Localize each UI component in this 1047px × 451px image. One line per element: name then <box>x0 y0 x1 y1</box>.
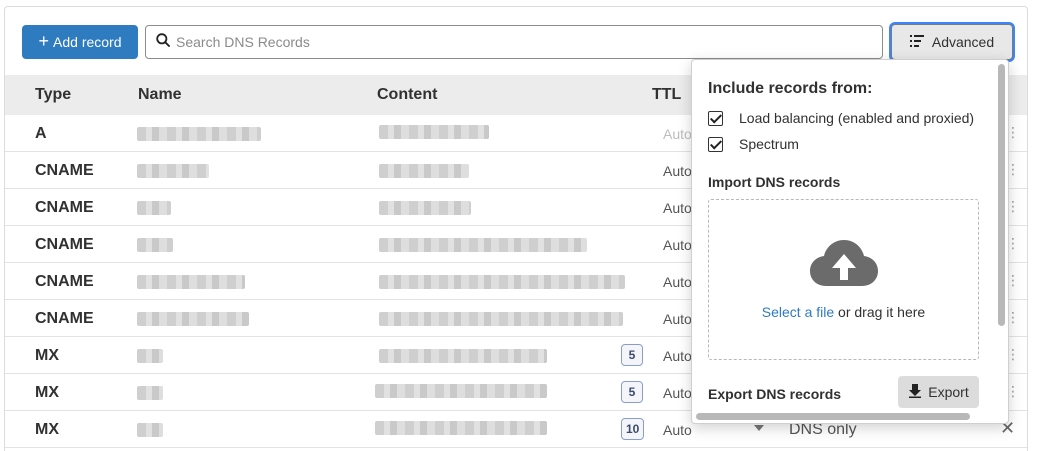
checkbox-checked-icon[interactable] <box>708 110 723 126</box>
file-dropzone[interactable]: Select a file or drag it here <box>708 199 979 360</box>
record-ttl: Auto <box>663 422 692 438</box>
record-name-redacted <box>137 275 245 289</box>
record-content-redacted <box>375 421 547 435</box>
record-content-redacted <box>379 201 471 215</box>
record-name-redacted <box>137 312 249 326</box>
record-content-redacted <box>375 384 547 398</box>
record-type: CNAME <box>35 310 94 327</box>
export-label: Export <box>928 384 969 400</box>
record-content-redacted <box>379 275 625 289</box>
record-type: CNAME <box>35 162 94 179</box>
search-box[interactable] <box>145 25 883 59</box>
add-record-button[interactable]: + Add record <box>22 25 138 59</box>
drag-here-text: or drag it here <box>838 304 926 320</box>
record-name-redacted <box>137 349 163 363</box>
record-content-redacted <box>379 349 547 363</box>
export-dns-title: Export DNS records <box>708 386 842 402</box>
record-type: CNAME <box>35 199 94 216</box>
checkbox-checked-icon[interactable] <box>708 136 723 152</box>
record-type: CNAME <box>35 273 94 290</box>
advanced-dropdown: Include records from: Load balancing (en… <box>691 59 1009 424</box>
record-name-redacted <box>137 238 173 252</box>
record-name-redacted <box>137 164 209 178</box>
record-content-redacted <box>379 238 587 252</box>
load-balancing-checkbox[interactable]: Load balancing (enabled and proxied) <box>708 110 974 126</box>
include-records-title: Include records from: <box>708 80 873 97</box>
record-ttl: Auto <box>663 126 692 142</box>
record-type: MX <box>35 384 59 401</box>
record-name-redacted <box>137 423 163 437</box>
record-name-redacted <box>137 127 261 141</box>
priority-badge: 10 <box>621 418 645 440</box>
cloud-upload-icon <box>810 240 878 293</box>
record-ttl: Auto <box>663 163 692 179</box>
spectrum-checkbox[interactable]: Spectrum <box>708 136 799 152</box>
record-content-redacted <box>379 312 623 326</box>
record-type: A <box>35 125 47 142</box>
record-ttl: Auto <box>663 237 692 253</box>
record-name-redacted <box>137 201 171 215</box>
filter-list-icon <box>909 34 924 50</box>
advanced-label: Advanced <box>931 34 995 50</box>
record-ttl: Auto <box>663 385 692 401</box>
record-ttl: Auto <box>663 200 692 216</box>
priority-badge: 5 <box>621 344 643 366</box>
chevron-down-icon[interactable] <box>754 425 764 431</box>
import-dns-title: Import DNS records <box>708 174 841 190</box>
record-ttl: Auto <box>663 311 692 327</box>
record-type: MX <box>35 421 59 438</box>
header-name[interactable]: Name <box>138 86 182 104</box>
advanced-button[interactable]: Advanced <box>891 24 1013 60</box>
add-record-label: Add record <box>53 34 122 50</box>
header-content[interactable]: Content <box>377 86 437 104</box>
record-content-redacted <box>379 125 489 139</box>
search-input[interactable] <box>176 34 856 50</box>
header-type[interactable]: Type <box>35 86 71 104</box>
priority-badge: 5 <box>621 381 643 403</box>
dropzone-text: Select a file or drag it here <box>709 304 978 320</box>
horizontal-scrollbar[interactable] <box>696 413 970 420</box>
download-icon <box>908 383 922 401</box>
vertical-scrollbar[interactable] <box>998 64 1005 326</box>
record-content-redacted <box>379 164 469 178</box>
record-ttl: Auto <box>663 274 692 290</box>
record-ttl: Auto <box>663 348 692 364</box>
header-ttl[interactable]: TTL <box>652 86 681 104</box>
record-type: CNAME <box>35 236 94 253</box>
plus-icon: + <box>38 31 50 51</box>
select-file-link[interactable]: Select a file <box>762 304 834 320</box>
load-balancing-label: Load balancing (enabled and proxied) <box>739 110 975 126</box>
spectrum-label: Spectrum <box>739 136 799 152</box>
record-name-redacted <box>137 386 163 400</box>
search-icon <box>156 32 170 52</box>
export-button[interactable]: Export <box>898 376 979 408</box>
record-type: MX <box>35 347 59 364</box>
